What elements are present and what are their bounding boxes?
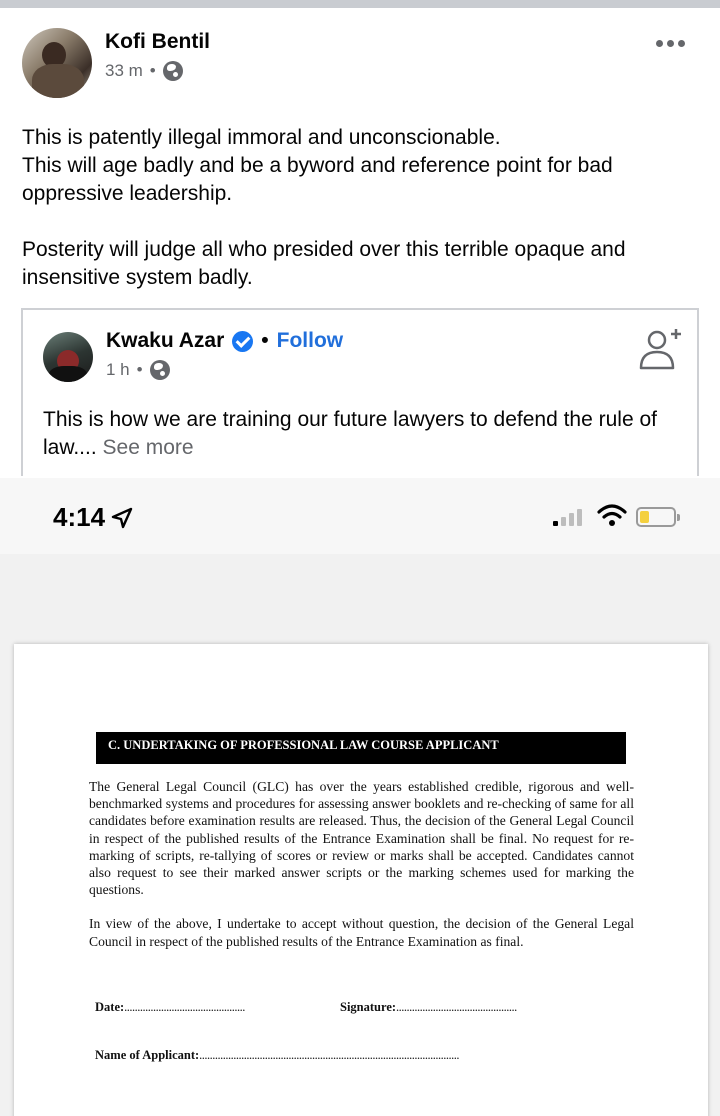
- post-paragraph: Posterity will judge all who presided ov…: [22, 238, 626, 289]
- post-time[interactable]: 33 m: [105, 61, 143, 81]
- globe-icon: [162, 61, 183, 81]
- add-friend-icon[interactable]: [637, 326, 683, 372]
- more-dot: [667, 39, 674, 47]
- post-paragraph: This will age badly and be a byword and …: [22, 154, 613, 205]
- signal-bar: [561, 517, 566, 526]
- document-paragraph: The General Legal Council (GLC) has over…: [89, 779, 634, 898]
- more-options-button[interactable]: [656, 36, 688, 50]
- document-heading: C. UNDERTAKING OF PROFESSIONAL LAW COURS…: [96, 732, 626, 764]
- document-page: C. UNDERTAKING OF PROFESSIONAL LAW COURS…: [14, 644, 708, 1116]
- meta-separator: •: [149, 61, 156, 80]
- signature-line: ........................................…: [396, 1000, 517, 1014]
- name-separator: •: [261, 329, 269, 352]
- post-body: This is patently illegal immoral and unc…: [22, 124, 702, 292]
- phone-status-bar: 4:14: [0, 478, 720, 554]
- date-field: Date:...................................…: [95, 1000, 245, 1015]
- shared-author-name[interactable]: Kwaku Azar: [106, 329, 224, 353]
- verified-badge-icon: [232, 330, 254, 352]
- signature-label: Signature:: [340, 1000, 397, 1014]
- document-body: The General Legal Council (GLC) has over…: [89, 778, 634, 950]
- document-image-area: C. UNDERTAKING OF PROFESSIONAL LAW COURS…: [0, 554, 720, 1116]
- status-time: 4:14: [53, 502, 106, 532]
- applicant-name-field: Name of Applicant:......................…: [95, 1048, 460, 1063]
- author-name[interactable]: Kofi Bentil: [105, 30, 210, 54]
- top-divider: [0, 0, 720, 8]
- post-meta: 33 m •: [105, 61, 183, 81]
- author-avatar[interactable]: [22, 28, 92, 98]
- wifi-icon: [597, 504, 627, 526]
- shared-post-text: This is how we are training our future l…: [43, 406, 693, 462]
- document-paragraph: In view of the above, I undertake to acc…: [89, 916, 634, 949]
- battery-icon: [636, 507, 680, 527]
- battery-level: [640, 511, 649, 523]
- more-dots-icon: [656, 39, 663, 47]
- shared-author-avatar[interactable]: [43, 332, 93, 382]
- applicant-name-label: Name of Applicant:: [95, 1048, 200, 1062]
- shared-post-meta: 1 h •: [106, 360, 170, 380]
- post-header: Kofi Bentil 33 m •: [22, 28, 698, 100]
- shared-post-time[interactable]: 1 h: [106, 360, 130, 380]
- location-arrow-icon: [111, 507, 133, 528]
- date-line: ........................................…: [124, 1000, 245, 1014]
- signal-bar: [577, 509, 582, 526]
- signal-bar: [553, 521, 558, 526]
- signal-bar: [569, 513, 574, 526]
- follow-button[interactable]: Follow: [277, 329, 344, 353]
- see-more-link[interactable]: See more: [103, 436, 194, 459]
- status-clock: 4:14: [53, 502, 133, 533]
- signature-field: Signature:..............................…: [340, 1000, 517, 1015]
- more-dot: [678, 39, 685, 47]
- applicant-name-line: ........................................…: [199, 1048, 460, 1062]
- shared-post-card[interactable]: Kwaku Azar • Follow 1 h • This is how we…: [21, 308, 699, 476]
- cellular-signal-icon: [553, 508, 582, 526]
- date-label: Date:: [95, 1000, 125, 1014]
- globe-icon: [149, 360, 170, 380]
- post-paragraph: This is patently illegal immoral and unc…: [22, 126, 501, 149]
- shared-author-row: Kwaku Azar • Follow: [106, 329, 343, 353]
- meta-separator: •: [136, 360, 143, 379]
